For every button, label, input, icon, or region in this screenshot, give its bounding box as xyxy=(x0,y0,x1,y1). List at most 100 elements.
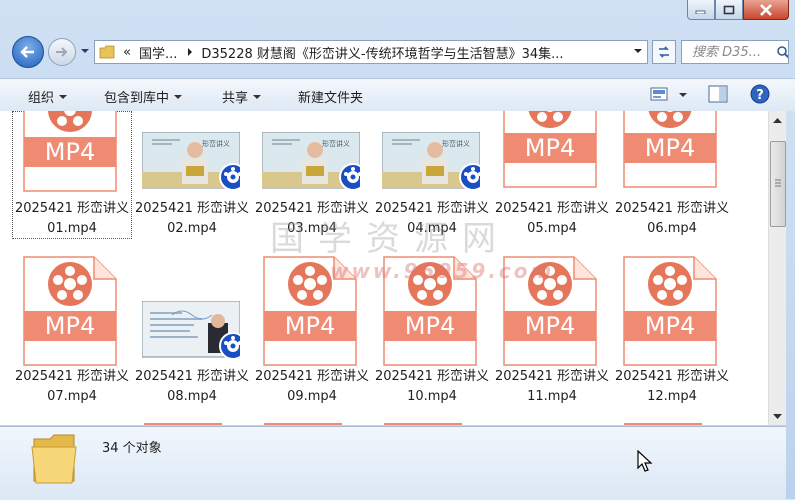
address-bar[interactable]: « 国学... D35228 财慧阁《形峦讲义-传统环境哲学与生活智慧》34集.… xyxy=(94,40,648,64)
file-name-line1: 2025421 形峦讲义 xyxy=(494,369,610,384)
file-item-09[interactable]: MP4 2025421 形峦讲义 09.mp4 xyxy=(252,255,372,404)
file-item-06[interactable]: MP4 2025421 形峦讲义 06.mp4 xyxy=(612,111,732,237)
file-item-partial[interactable] xyxy=(264,423,342,425)
file-name-line2: 01.mp4 xyxy=(47,221,97,236)
file-item-partial[interactable] xyxy=(384,423,462,425)
file-item-partial[interactable] xyxy=(624,423,702,425)
folder-large-icon xyxy=(31,434,77,484)
chevron-down-icon xyxy=(174,94,183,99)
file-name-line2: 04.mp4 xyxy=(407,221,457,236)
file-name-line1: 2025421 形峦讲义 xyxy=(14,369,130,384)
view-options-dropdown-icon[interactable] xyxy=(679,93,687,97)
change-view-icon[interactable] xyxy=(650,87,668,101)
scroll-up-button[interactable] xyxy=(769,111,786,128)
file-name: 2025421 形峦讲义 09.mp4 xyxy=(252,367,372,407)
mp4-label: MP4 xyxy=(285,312,335,340)
preview-pane-icon[interactable] xyxy=(708,85,728,103)
close-button[interactable] xyxy=(743,0,789,20)
new-folder-label: 新建文件夹 xyxy=(298,91,364,106)
file-name: 2025421 形峦讲义 06.mp4 xyxy=(612,199,732,239)
file-item-08[interactable]: 2025421 形峦讲义 08.mp4 xyxy=(132,255,252,404)
folder-icon xyxy=(99,45,115,59)
file-name-line1: 2025421 形峦讲义 xyxy=(614,369,730,384)
recent-pages-dropdown-icon[interactable] xyxy=(80,46,90,56)
minimize-button[interactable] xyxy=(687,0,715,20)
file-item-03[interactable]: 形峦讲义 2025421 形峦讲义 03.mp4 xyxy=(252,111,372,237)
file-name-line2: 06.mp4 xyxy=(647,221,697,236)
chevron-down-icon xyxy=(59,94,68,99)
mp4-label: MP4 xyxy=(645,134,695,162)
window-frame-edge xyxy=(786,111,795,499)
search-box[interactable] xyxy=(681,40,789,64)
breadcrumb-current[interactable]: D35228 财慧阁《形峦讲义-传统环境哲学与生活智慧》34集... xyxy=(201,43,563,62)
svg-text:?: ? xyxy=(756,88,764,103)
video-thumbnail: 形峦讲义 xyxy=(261,131,367,191)
mp4-label: MP4 xyxy=(45,138,95,166)
file-name-line2: 05.mp4 xyxy=(527,221,577,236)
file-item-01[interactable]: MP4 2025421 形峦讲义 01.mp4 xyxy=(12,111,132,239)
chevron-up-icon xyxy=(773,117,782,123)
file-item-partial[interactable] xyxy=(144,423,222,425)
forward-button[interactable] xyxy=(48,38,76,66)
scrollbar-thumb[interactable] xyxy=(770,141,786,227)
back-button[interactable] xyxy=(12,36,44,68)
mouse-cursor-icon xyxy=(637,450,653,472)
include-in-library-menu[interactable]: 包含到库中 xyxy=(104,87,183,106)
breadcrumb-separator-icon[interactable] xyxy=(187,48,193,56)
mp4-file-icon: MP4 xyxy=(382,255,478,367)
breadcrumb-overflow[interactable]: « xyxy=(123,45,131,60)
back-arrow-icon xyxy=(20,46,34,58)
file-name: 2025421 形峦讲义 05.mp4 xyxy=(492,199,612,239)
chevron-down-icon xyxy=(773,413,782,419)
file-item-05[interactable]: MP4 2025421 形峦讲义 05.mp4 xyxy=(492,111,612,237)
grip-icon xyxy=(775,179,781,187)
vertical-scrollbar[interactable] xyxy=(768,111,786,425)
new-folder-button[interactable]: 新建文件夹 xyxy=(298,87,363,106)
file-item-07[interactable]: MP4 2025421 形峦讲义 07.mp4 xyxy=(12,255,132,404)
help-icon[interactable]: ? xyxy=(750,84,770,104)
file-name-line2: 03.mp4 xyxy=(287,221,337,236)
file-name-line1: 2025421 形峦讲义 xyxy=(254,369,370,384)
file-name: 2025421 形峦讲义 04.mp4 xyxy=(372,199,492,239)
file-name: 2025421 形峦讲义 12.mp4 xyxy=(612,367,732,407)
file-name: 2025421 形峦讲义 03.mp4 xyxy=(252,199,372,239)
refresh-button[interactable] xyxy=(652,40,676,64)
svg-text:形峦讲义: 形峦讲义 xyxy=(442,139,470,148)
file-name-line2: 07.mp4 xyxy=(47,389,97,404)
refresh-icon xyxy=(659,46,669,58)
file-name-line1: 2025421 形峦讲义 xyxy=(374,369,490,384)
maximize-icon xyxy=(723,5,735,14)
search-input[interactable] xyxy=(690,43,776,61)
mp4-label: MP4 xyxy=(525,134,575,162)
file-name: 2025421 形峦讲义 02.mp4 xyxy=(132,199,252,239)
explorer-window: « 国学... D35228 财慧阁《形峦讲义-传统环境哲学与生活智慧》34集.… xyxy=(0,0,795,500)
mp4-file-icon: MP4 xyxy=(502,111,598,189)
search-icon[interactable] xyxy=(776,45,788,59)
address-dropdown-icon[interactable] xyxy=(633,47,643,55)
scroll-down-button[interactable] xyxy=(769,408,786,425)
file-item-02[interactable]: 形峦讲义 2025421 形峦讲义 02.mp4 xyxy=(132,111,252,237)
mp4-file-icon: MP4 xyxy=(22,255,118,367)
include-library-label: 包含到库中 xyxy=(104,91,170,106)
mp4-file-icon: MP4 xyxy=(622,111,718,189)
file-name-line2: 08.mp4 xyxy=(167,389,217,404)
breadcrumb-parent[interactable]: 国学... xyxy=(139,43,177,62)
file-name-line2: 10.mp4 xyxy=(407,389,457,404)
file-name-line1: 2025421 形峦讲义 xyxy=(494,201,610,216)
file-item-04[interactable]: 形峦讲义 2025421 形峦讲义 04.mp4 xyxy=(372,111,492,237)
file-list-view[interactable]: MP4 2025421 形峦讲义 01.mp4 形峦讲义 2025421 形峦讲义 02.… xyxy=(0,111,768,425)
details-pane: 34 个对象 xyxy=(0,426,786,500)
file-item-10[interactable]: MP4 2025421 形峦讲义 10.mp4 xyxy=(372,255,492,404)
mp4-label: MP4 xyxy=(525,312,575,340)
maximize-button[interactable] xyxy=(715,0,743,20)
file-item-11[interactable]: MP4 2025421 形峦讲义 11.mp4 xyxy=(492,255,612,404)
video-thumbnail: 形峦讲义 xyxy=(141,131,247,191)
organize-label: 组织 xyxy=(28,91,55,106)
file-item-12[interactable]: MP4 2025421 形峦讲义 12.mp4 xyxy=(612,255,732,404)
file-name: 2025421 形峦讲义 01.mp4 xyxy=(12,199,132,239)
organize-menu[interactable]: 组织 xyxy=(28,87,68,106)
mp4-file-icon: MP4 xyxy=(22,111,118,193)
file-name-line1: 2025421 形峦讲义 xyxy=(14,201,130,216)
share-menu[interactable]: 共享 xyxy=(222,87,262,106)
forward-arrow-icon xyxy=(56,47,68,57)
